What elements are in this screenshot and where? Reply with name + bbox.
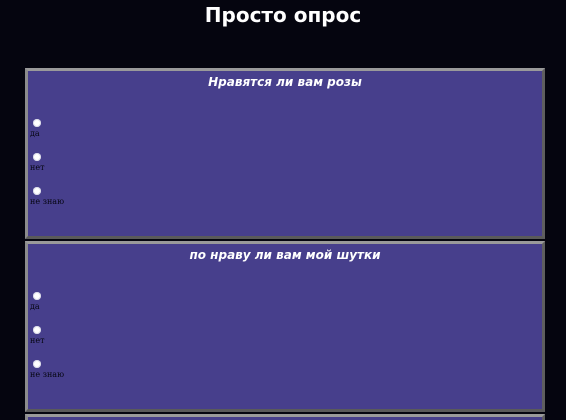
poll-card-jokes: по нраву ли вам мой шутки да нет не знаю xyxy=(25,241,545,412)
poll-list: Нравятся ли вам розы да нет не знаю по н… xyxy=(25,68,545,420)
poll-card-partial xyxy=(25,414,545,420)
poll-question: по нраву ли вам мой шутки xyxy=(189,248,381,262)
option-label: нет xyxy=(30,336,45,345)
radio-button[interactable] xyxy=(33,360,41,368)
option-label: да xyxy=(30,302,40,311)
radio-button[interactable] xyxy=(33,153,41,161)
option-label: не знаю xyxy=(30,370,65,379)
page-title: Просто опрос xyxy=(204,3,362,27)
poll-question: Нравятся ли вам розы xyxy=(208,75,362,89)
option-label: нет xyxy=(30,163,45,172)
poll-card-roses: Нравятся ли вам розы да нет не знаю xyxy=(25,68,545,239)
radio-button[interactable] xyxy=(33,187,41,195)
radio-button[interactable] xyxy=(33,326,41,334)
option-label: не знаю xyxy=(30,197,65,206)
radio-button[interactable] xyxy=(33,119,41,127)
option-label: да xyxy=(30,129,40,138)
radio-button[interactable] xyxy=(33,292,41,300)
page: Просто опрос Нравятся ли вам розы да нет… xyxy=(0,0,566,420)
